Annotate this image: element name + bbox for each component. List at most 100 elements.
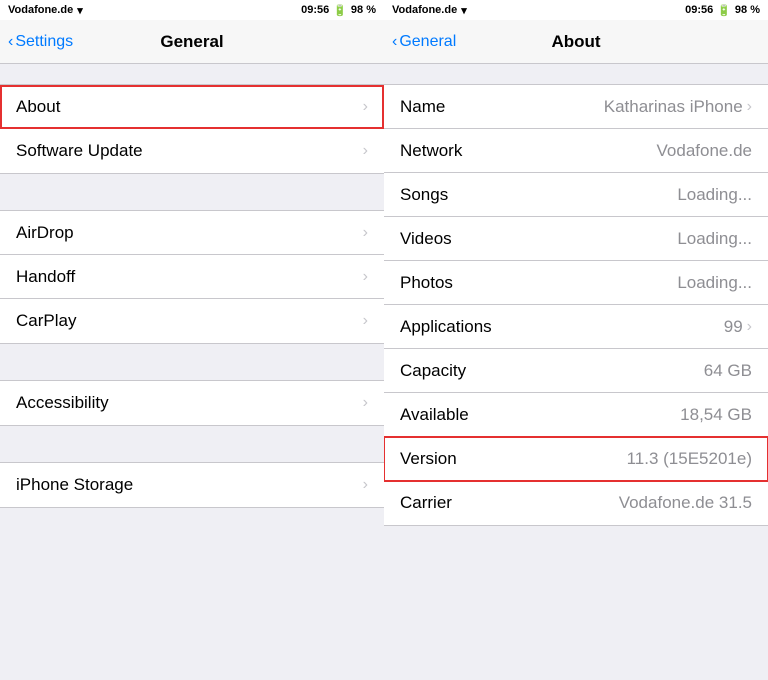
applications-row[interactable]: Applications 99 › — [384, 305, 768, 349]
accessibility-chevron-icon: › — [363, 394, 368, 412]
airdrop-label: AirDrop — [16, 223, 74, 243]
applications-value-group: 99 › — [724, 317, 752, 337]
left-battery-icon: 🔋 — [333, 4, 347, 17]
left-nav-bar: ‹ Settings General — [0, 20, 384, 64]
left-carrier: Vodafone.de — [8, 4, 73, 16]
right-battery-icon: 🔋 — [717, 4, 731, 17]
handoff-right: › — [363, 268, 368, 286]
spacer-3 — [0, 344, 384, 380]
left-status-left: Vodafone.de ▾ — [8, 4, 83, 17]
software-update-item[interactable]: Software Update › — [0, 129, 384, 173]
applications-label: Applications — [400, 317, 492, 337]
software-update-label: Software Update — [16, 141, 143, 161]
name-chevron-icon: › — [747, 98, 752, 116]
available-label: Available — [400, 405, 469, 425]
photos-value: Loading... — [677, 273, 752, 293]
right-back-label: General — [399, 33, 456, 51]
capacity-label: Capacity — [400, 361, 466, 381]
network-value: Vodafone.de — [657, 141, 752, 161]
videos-value-group: Loading... — [677, 229, 752, 249]
carplay-right: › — [363, 312, 368, 330]
right-status-bar: Vodafone.de ▾ 09:56 🔋 98 % — [384, 0, 768, 20]
left-battery-pct: 98 % — [351, 4, 376, 16]
about-right: › — [363, 98, 368, 116]
airdrop-chevron-icon: › — [363, 224, 368, 242]
handoff-item[interactable]: Handoff › — [0, 255, 384, 299]
left-nav-title: General — [160, 32, 223, 52]
airdrop-item[interactable]: AirDrop › — [0, 211, 384, 255]
carrier-label: Carrier — [400, 493, 452, 513]
songs-label: Songs — [400, 185, 448, 205]
videos-value: Loading... — [677, 229, 752, 249]
handoff-label: Handoff — [16, 267, 75, 287]
iphone-storage-chevron-icon: › — [363, 476, 368, 494]
left-time: 09:56 — [301, 4, 329, 16]
version-value-group: 11.3 (15E5201e) — [627, 449, 752, 469]
version-value: 11.3 (15E5201e) — [627, 449, 752, 469]
carrier-value-group: Vodafone.de 31.5 — [619, 493, 752, 513]
left-back-label: Settings — [15, 33, 73, 51]
left-status-bar: Vodafone.de ▾ 09:56 🔋 98 % — [0, 0, 384, 20]
songs-row: Songs Loading... — [384, 173, 768, 217]
network-value-group: Vodafone.de — [657, 141, 752, 161]
network-label: Network — [400, 141, 462, 161]
about-item[interactable]: About › — [0, 85, 384, 129]
version-label: Version — [400, 449, 457, 469]
videos-row: Videos Loading... — [384, 217, 768, 261]
right-spacer-top — [384, 64, 768, 84]
airdrop-right: › — [363, 224, 368, 242]
version-row: Version 11.3 (15E5201e) — [384, 437, 768, 481]
right-back-button[interactable]: ‹ General — [392, 33, 456, 51]
iphone-storage-item[interactable]: iPhone Storage › — [0, 463, 384, 507]
right-nav-title: About — [551, 32, 600, 52]
left-back-button[interactable]: ‹ Settings — [8, 33, 73, 51]
applications-value: 99 — [724, 317, 743, 337]
carplay-label: CarPlay — [16, 311, 76, 331]
videos-label: Videos — [400, 229, 452, 249]
right-status-right: 09:56 🔋 98 % — [685, 4, 760, 17]
carrier-row: Carrier Vodafone.de 31.5 — [384, 481, 768, 525]
left-group-2: AirDrop › Handoff › CarPlay › — [0, 210, 384, 344]
left-group-3: Accessibility › — [0, 380, 384, 426]
right-panel: Vodafone.de ▾ 09:56 🔋 98 % ‹ General Abo… — [384, 0, 768, 680]
iphone-storage-right: › — [363, 476, 368, 494]
right-back-chevron-icon: ‹ — [392, 33, 397, 51]
carplay-item[interactable]: CarPlay › — [0, 299, 384, 343]
right-time: 09:56 — [685, 4, 713, 16]
capacity-value: 64 GB — [704, 361, 752, 381]
spacer-1 — [0, 64, 384, 84]
left-group-1: About › Software Update › — [0, 84, 384, 174]
name-value: Katharinas iPhone — [604, 97, 743, 117]
songs-value-group: Loading... — [677, 185, 752, 205]
right-carrier: Vodafone.de — [392, 4, 457, 16]
photos-row: Photos Loading... — [384, 261, 768, 305]
iphone-storage-label: iPhone Storage — [16, 475, 133, 495]
about-label: About — [16, 97, 60, 117]
software-update-chevron-icon: › — [363, 142, 368, 160]
about-chevron-icon: › — [363, 98, 368, 116]
name-value-group: Katharinas iPhone › — [604, 97, 752, 117]
left-panel: Vodafone.de ▾ 09:56 🔋 98 % ‹ Settings Ge… — [0, 0, 384, 680]
spacer-2 — [0, 174, 384, 210]
spacer-4 — [0, 426, 384, 462]
applications-chevron-icon: › — [747, 318, 752, 336]
right-nav-bar: ‹ General About — [384, 20, 768, 64]
carplay-chevron-icon: › — [363, 312, 368, 330]
left-wifi-icon: ▾ — [77, 4, 83, 17]
right-scroll-content: Name Katharinas iPhone › Network Vodafon… — [384, 64, 768, 680]
left-back-chevron-icon: ‹ — [8, 33, 13, 51]
right-battery-pct: 98 % — [735, 4, 760, 16]
songs-value: Loading... — [677, 185, 752, 205]
name-label: Name — [400, 97, 445, 117]
left-status-right: 09:56 🔋 98 % — [301, 4, 376, 17]
carrier-value: Vodafone.de 31.5 — [619, 493, 752, 513]
capacity-value-group: 64 GB — [704, 361, 752, 381]
available-value-group: 18,54 GB — [680, 405, 752, 425]
name-row[interactable]: Name Katharinas iPhone › — [384, 85, 768, 129]
photos-value-group: Loading... — [677, 273, 752, 293]
handoff-chevron-icon: › — [363, 268, 368, 286]
available-value: 18,54 GB — [680, 405, 752, 425]
photos-label: Photos — [400, 273, 453, 293]
accessibility-item[interactable]: Accessibility › — [0, 381, 384, 425]
capacity-row: Capacity 64 GB — [384, 349, 768, 393]
